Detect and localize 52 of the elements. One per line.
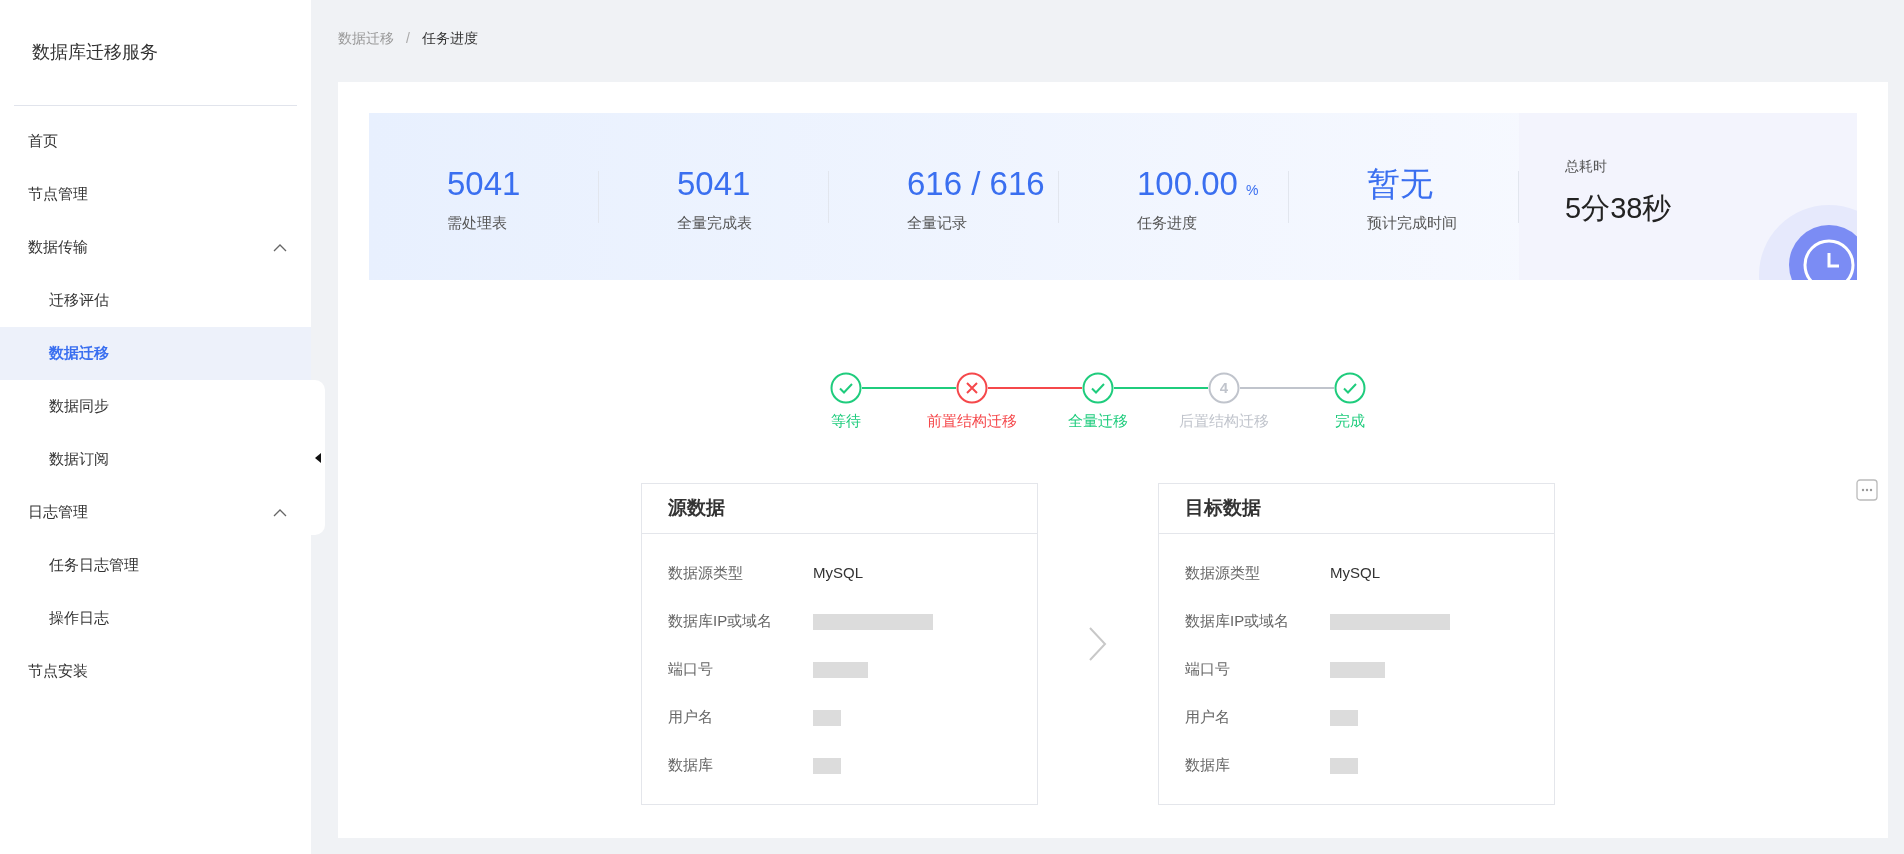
stat-value: 暂无 — [1367, 163, 1433, 204]
nav-item[interactable]: 数据传输 — [0, 221, 311, 274]
stat-value: 5041 — [447, 163, 521, 204]
step-number: 4 — [1219, 377, 1229, 398]
card-title: 源数据 — [668, 495, 725, 520]
field-label: 数据库 — [668, 755, 714, 776]
step-label: 全量迁移 — [1068, 411, 1128, 431]
field-label: 端口号 — [1185, 659, 1231, 680]
step-label: 等待 — [831, 411, 861, 431]
chevron-icon — [273, 243, 287, 252]
nav-item[interactable]: 数据迁移 — [0, 327, 311, 380]
nav-item[interactable]: 节点管理 — [0, 168, 311, 221]
nav-item[interactable]: 首页 — [0, 115, 311, 168]
stat-value: 5041 — [677, 163, 751, 204]
nav-item[interactable]: 迁移评估 — [0, 274, 311, 327]
nav-item[interactable]: 操作日志 — [0, 592, 311, 645]
stat-unit: % — [1245, 180, 1259, 200]
step-label: 后置结构迁移 — [1179, 411, 1269, 431]
app-title: 数据库迁移服务 — [31, 41, 159, 64]
step-label: 完成 — [1335, 411, 1365, 431]
field-label: 用户名 — [668, 707, 714, 728]
nav-item[interactable]: 数据订阅 — [0, 433, 311, 486]
stat-label: 任务进度 — [1137, 213, 1198, 233]
field-value: MySQL — [1330, 563, 1380, 584]
step-label: 前置结构迁移 — [927, 411, 1017, 431]
chevron-right-icon — [1088, 625, 1108, 662]
chevron-icon — [273, 508, 287, 517]
nav-item[interactable]: 日志管理 — [0, 486, 311, 539]
field-label: 数据源类型 — [1185, 563, 1261, 584]
field-label: 数据库IP或域名 — [1185, 611, 1291, 632]
nav-item[interactable]: 数据同步 — [0, 380, 311, 433]
breadcrumb-separator: / — [406, 28, 410, 48]
caret-left-icon — [315, 452, 321, 463]
stat-label: 预计完成时间 — [1367, 213, 1458, 233]
elapsed-label: 总耗时 — [1565, 157, 1608, 176]
stat-label: 全量完成表 — [677, 213, 753, 233]
field-label: 数据库IP或域名 — [668, 611, 774, 632]
breadcrumb-item: 任务进度 — [421, 28, 478, 48]
stat-value: 100.00 — [1137, 163, 1238, 204]
field-label: 数据源类型 — [668, 563, 744, 584]
field-value: MySQL — [813, 563, 863, 584]
field-label: 端口号 — [668, 659, 714, 680]
nav-item[interactable]: 任务日志管理 — [0, 539, 311, 592]
stat-label: 全量记录 — [907, 213, 968, 233]
stat-label: 需处理表 — [447, 213, 508, 233]
elapsed-value: 5分38秒 — [1565, 191, 1673, 226]
field-label: 数据库 — [1185, 755, 1231, 776]
card-title: 目标数据 — [1185, 495, 1261, 520]
nav-item[interactable]: 节点安装 — [0, 645, 311, 698]
stat-value: 616 / 616 — [907, 163, 1045, 204]
field-label: 用户名 — [1185, 707, 1231, 728]
more-icon[interactable] — [1856, 479, 1878, 501]
